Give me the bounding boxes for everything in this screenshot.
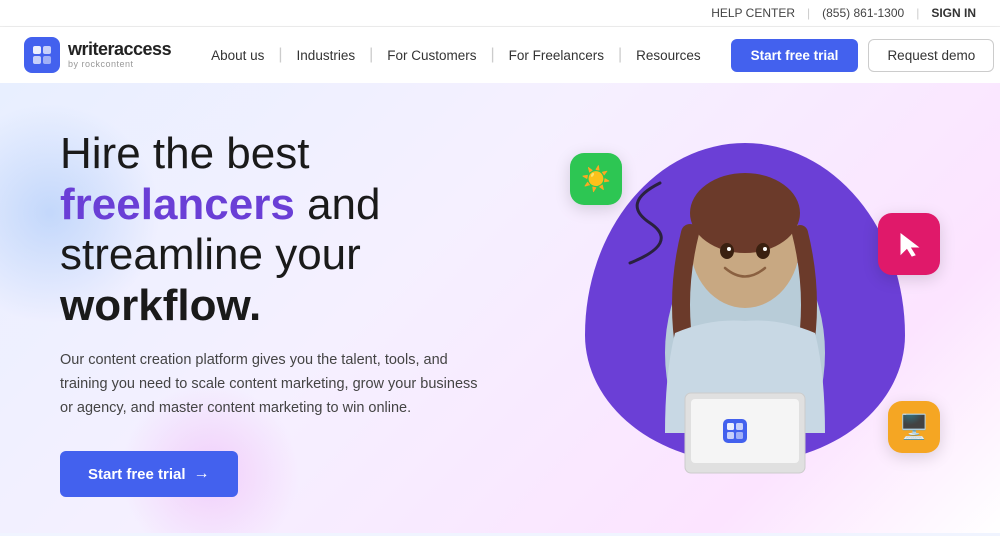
sign-in-link[interactable]: SIGN IN — [931, 6, 976, 20]
nav-about[interactable]: About us — [201, 42, 274, 69]
nav-divider4: | — [618, 46, 622, 64]
headline-part1: Hire the best — [60, 129, 309, 178]
headline-bold: workflow. — [60, 281, 261, 330]
hero-section: Hire the best freelancers andstreamline … — [0, 83, 1000, 533]
headline-highlight: freelancers — [60, 180, 295, 229]
nav-customers[interactable]: For Customers — [377, 42, 486, 69]
start-trial-hero-button[interactable]: Start free trial → — [60, 451, 238, 497]
logo[interactable]: writeraccess by rockcontent — [24, 37, 171, 73]
divider2: | — [916, 6, 919, 20]
top-bar: HELP CENTER | (855) 861-1300 | SIGN IN — [0, 0, 1000, 27]
hero-headline: Hire the best freelancers andstreamline … — [60, 129, 540, 331]
cta-label: Start free trial — [88, 466, 186, 483]
sun-float-icon: ☀️ — [570, 153, 622, 205]
help-center-link[interactable]: HELP CENTER — [711, 6, 795, 20]
hero-image-area: ☀️ 🖥️ — [540, 113, 950, 513]
nav-actions: Start free trial Request demo 🌐 EN — [731, 39, 1000, 72]
nav-divider3: | — [491, 46, 495, 64]
cursor-float-icon — [878, 213, 940, 275]
phone-number[interactable]: (855) 861-1300 — [822, 6, 904, 20]
logo-text: writeraccess by rockcontent — [68, 40, 171, 70]
arrow-icon: → — [194, 465, 210, 483]
nav-freelancers[interactable]: For Freelancers — [499, 42, 614, 69]
start-trial-nav-button[interactable]: Start free trial — [731, 39, 859, 72]
nav-links: About us | Industries | For Customers | … — [201, 42, 711, 69]
hero-content: Hire the best freelancers andstreamline … — [60, 129, 540, 497]
logo-icon — [24, 37, 60, 73]
nav-divider1: | — [278, 46, 282, 64]
monitor-float-icon: 🖥️ — [888, 401, 940, 453]
nav-divider2: | — [369, 46, 373, 64]
hero-subtitle: Our content creation platform gives you … — [60, 349, 480, 421]
request-demo-button[interactable]: Request demo — [868, 39, 994, 72]
divider1: | — [807, 6, 810, 20]
navbar: writeraccess by rockcontent About us | I… — [0, 27, 1000, 83]
nav-industries[interactable]: Industries — [287, 42, 366, 69]
nav-resources[interactable]: Resources — [626, 42, 711, 69]
